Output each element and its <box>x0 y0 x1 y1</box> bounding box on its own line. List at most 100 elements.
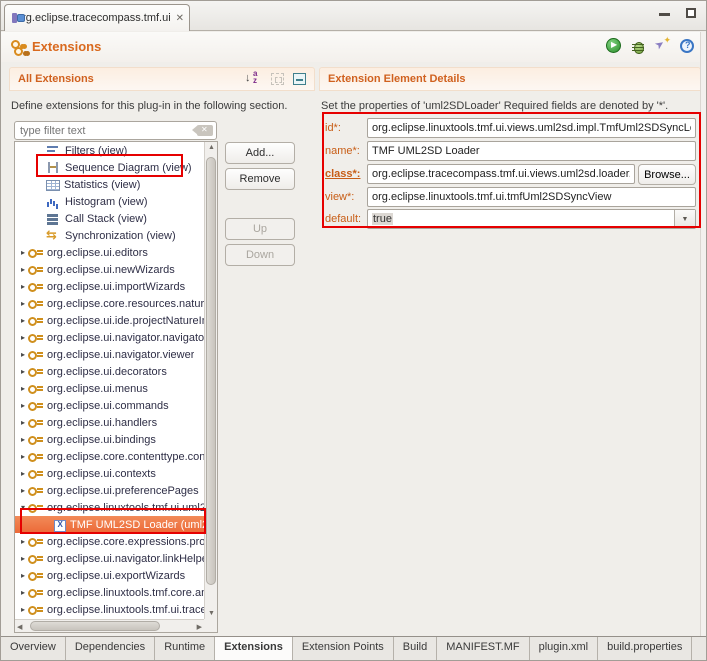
up-button[interactable]: Up <box>225 218 295 240</box>
scroll-down-icon[interactable]: ▼ <box>208 610 215 617</box>
id-label: id*: <box>325 118 367 138</box>
clear-filter-icon[interactable] <box>197 125 213 136</box>
remove-button[interactable]: Remove <box>225 168 295 190</box>
tree-expand-arrow[interactable]: ▸ <box>18 418 28 427</box>
bottom-tab-runtime[interactable]: Runtime <box>155 637 215 660</box>
horizontal-scrollbar-thumb[interactable] <box>30 621 160 631</box>
bottom-tab-build[interactable]: Build <box>394 637 437 660</box>
tree-item[interactable]: ▸ org.eclipse.ui.contexts <box>15 465 204 482</box>
chevron-down-icon[interactable]: ▼ <box>674 210 695 228</box>
tree-item[interactable]: Sequence Diagram (view) <box>15 159 204 176</box>
tree-item[interactable]: ▸ org.eclipse.linuxtools.tmf.core.analy <box>15 584 204 601</box>
tree-expand-arrow[interactable]: ▸ <box>18 537 28 546</box>
bottom-tab-dependencies[interactable]: Dependencies <box>66 637 155 660</box>
bottom-tab-bar: OverviewDependenciesRuntimeExtensionsExt… <box>1 636 707 660</box>
tree-item[interactable]: ▸ org.eclipse.ui.navigator.navigatorCo <box>15 329 204 346</box>
tree-item[interactable]: ▸ org.eclipse.ui.menus <box>15 380 204 397</box>
scroll-up-icon[interactable]: ▲ <box>208 144 215 151</box>
tree-item[interactable]: Histogram (view) <box>15 193 204 210</box>
debug-icon[interactable] <box>631 39 645 53</box>
tree-expand-arrow[interactable]: ▸ <box>18 384 28 393</box>
class-field[interactable] <box>367 164 635 184</box>
external-tools-icon[interactable] <box>655 38 670 53</box>
tree-item-label: Synchronization (view) <box>65 230 176 242</box>
tree-expand-arrow[interactable]: ▸ <box>18 469 28 478</box>
tree-expand-arrow[interactable]: ▸ <box>18 367 28 376</box>
tree-expand-arrow[interactable]: ▸ <box>18 299 28 308</box>
id-field[interactable] <box>367 118 696 138</box>
run-icon[interactable] <box>606 38 621 53</box>
name-field[interactable] <box>367 141 696 161</box>
tree-expand-arrow[interactable]: ▸ <box>18 350 28 359</box>
bottom-tab-build-properties[interactable]: build.properties <box>598 637 692 660</box>
tree-item[interactable]: Call Stack (view) <box>15 210 204 227</box>
editor-tab[interactable]: org.eclipse.tracecompass.tmf.ui ✕ <box>4 4 190 31</box>
tree-expand-arrow[interactable]: ▸ <box>18 248 28 257</box>
tree-item[interactable]: ▸ org.eclipse.ui.preferencePages <box>15 482 204 499</box>
tree-item[interactable]: ▸ org.eclipse.ui.editors <box>15 244 204 261</box>
bottom-tab-plugin-xml[interactable]: plugin.xml <box>530 637 599 660</box>
maximize-icon[interactable] <box>686 8 696 18</box>
tree-item[interactable]: ▸ org.eclipse.ui.decorators <box>15 363 204 380</box>
tree-expand-arrow[interactable]: ▸ <box>18 333 28 342</box>
tree-item[interactable]: ▸ org.eclipse.linuxtools.tmf.ui.tracety <box>15 601 204 618</box>
close-icon[interactable]: ✕ <box>176 13 184 24</box>
tree-item[interactable]: ▸ org.eclipse.ui.handlers <box>15 414 204 431</box>
tree-expand-arrow[interactable]: ▸ <box>18 316 28 325</box>
tree-item[interactable]: ▾ org.eclipse.linuxtools.tmf.ui.uml2SD <box>15 499 204 516</box>
tree-item[interactable]: ▸ org.eclipse.ui.navigator.linkHelper <box>15 550 204 567</box>
xml-element-icon <box>54 520 66 532</box>
tree-item[interactable]: Synchronization (view) <box>15 227 204 244</box>
vertical-scrollbar[interactable]: ▲ ▼ <box>204 142 217 619</box>
tree-expand-arrow[interactable]: ▸ <box>18 265 28 274</box>
tree-item[interactable]: ▸ org.eclipse.ui.newWizards <box>15 261 204 278</box>
vertical-scrollbar-thumb[interactable] <box>206 157 216 585</box>
default-combo[interactable]: true ▼ <box>367 209 696 229</box>
tree-expand-arrow[interactable]: ▸ <box>18 571 28 580</box>
tree-item[interactable]: ▸ org.eclipse.core.contenttype.conten <box>15 448 204 465</box>
tree-expand-arrow[interactable]: ▸ <box>18 401 28 410</box>
collapse-all-icon[interactable] <box>293 73 306 85</box>
tree-expand-arrow[interactable]: ▸ <box>18 588 28 597</box>
browse-button[interactable]: Browse... <box>638 164 696 185</box>
tree-expand-arrow[interactable]: ▸ <box>18 605 28 614</box>
tree-item[interactable]: Filters (view) <box>15 142 204 159</box>
view-field[interactable] <box>367 187 696 207</box>
scroll-right-icon[interactable]: ▶ <box>197 623 202 631</box>
ext-point-icon <box>28 501 43 514</box>
tree-item[interactable]: ▸ org.eclipse.ui.ide.projectNatureIma <box>15 312 204 329</box>
tree-item[interactable]: ▸ org.eclipse.core.resources.natures <box>15 295 204 312</box>
tree-item[interactable]: ▸ org.eclipse.ui.commands <box>15 397 204 414</box>
scroll-left-icon[interactable]: ◀ <box>17 623 22 631</box>
tree-item[interactable]: ▸ org.eclipse.ui.bindings <box>15 431 204 448</box>
filter-input[interactable] <box>20 125 197 137</box>
tree-item[interactable]: ▸ org.eclipse.ui.navigator.viewer <box>15 346 204 363</box>
tree-expand-arrow[interactable]: ▸ <box>18 282 28 291</box>
down-button[interactable]: Down <box>225 244 295 266</box>
element-details-section-header: Extension Element Details <box>319 67 701 91</box>
ext-point-icon <box>28 314 43 327</box>
ext-point-icon <box>28 263 43 276</box>
bottom-tab-extension-points[interactable]: Extension Points <box>293 637 394 660</box>
tree-item-label: Statistics (view) <box>64 179 140 191</box>
bottom-tab-manifest-mf[interactable]: MANIFEST.MF <box>437 637 529 660</box>
tree-expand-arrow[interactable]: ▸ <box>18 554 28 563</box>
bottom-tab-overview[interactable]: Overview <box>1 637 66 660</box>
tree-item[interactable]: ▸ org.eclipse.ui.importWizards <box>15 278 204 295</box>
tree-expand-arrow[interactable]: ▾ <box>18 503 28 512</box>
tree-expand-arrow[interactable]: ▸ <box>18 452 28 461</box>
tree-item[interactable]: ▸ org.eclipse.core.expressions.proper <box>15 533 204 550</box>
help-icon[interactable] <box>680 39 694 53</box>
class-label-link[interactable]: class*: <box>325 164 367 184</box>
tree-expand-arrow[interactable]: ▸ <box>18 435 28 444</box>
tree-item[interactable]: ▸ org.eclipse.ui.exportWizards <box>15 567 204 584</box>
horizontal-scrollbar[interactable]: ◀ ▶ <box>15 619 204 632</box>
expand-all-icon[interactable] <box>271 73 284 85</box>
sort-alphabetically-icon[interactable] <box>245 72 262 86</box>
tree-item[interactable]: Statistics (view) <box>15 176 204 193</box>
minimize-icon[interactable] <box>659 13 670 16</box>
tree-expand-arrow[interactable]: ▸ <box>18 486 28 495</box>
bottom-tab-extensions[interactable]: Extensions <box>214 637 293 660</box>
add-button[interactable]: Add... <box>225 142 295 164</box>
tree-item[interactable]: TMF UML2SD Loader (uml2SDLoa <box>15 516 204 533</box>
